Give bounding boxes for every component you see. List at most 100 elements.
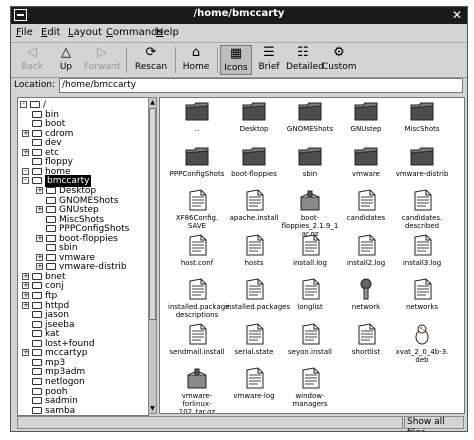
home-button[interactable]: ⌂ Home: [179, 45, 213, 75]
expand-icon[interactable]: +: [22, 282, 29, 290]
expand-icon[interactable]: +: [22, 272, 29, 280]
collapse-icon[interactable]: -: [20, 101, 27, 108]
file-item[interactable]: xvat_2_0_4b-3. deb: [393, 323, 451, 364]
up-button[interactable]: △ Up: [51, 45, 81, 75]
file-item[interactable]: installed.packages: [225, 278, 291, 311]
custom-view-button[interactable]: ⚙ Custom: [322, 45, 356, 75]
file-item-label: seyon.install: [288, 347, 332, 356]
file-item[interactable]: MiscShots: [393, 100, 451, 133]
expand-icon[interactable]: +: [22, 129, 29, 137]
menu-help[interactable]: Help: [156, 27, 179, 38]
file-item[interactable]: vmware-log: [225, 367, 283, 400]
folder-icon: [32, 387, 42, 395]
icons-view-button[interactable]: ▦ Icons: [220, 45, 252, 75]
menu-layout[interactable]: Layout: [68, 27, 102, 38]
file-item-label: candidates. described: [401, 214, 443, 230]
file-item[interactable]: install.log: [281, 233, 339, 267]
file-item[interactable]: candidates: [337, 189, 395, 222]
expand-icon[interactable]: +: [36, 253, 43, 261]
file-item[interactable]: vmware-distrib: [393, 145, 451, 178]
document-icon: [354, 189, 378, 211]
expand-icon[interactable]: +: [22, 349, 29, 357]
file-item[interactable]: sbin: [281, 145, 339, 178]
expand-icon[interactable]: +: [22, 148, 29, 156]
file-item[interactable]: PPPConfigShots: [168, 145, 226, 178]
file-item[interactable]: GNUstep: [337, 100, 395, 133]
expand-icon[interactable]: +: [22, 292, 29, 299]
rescan-icon: ⟳: [145, 45, 157, 60]
location-input[interactable]: /home/bmccarty: [59, 78, 463, 93]
file-item-label: installed.packages: [225, 303, 291, 311]
document-icon: [354, 322, 378, 345]
file-item[interactable]: window- managers: [281, 367, 339, 408]
document-icon: [242, 322, 266, 345]
folder-icon: [46, 225, 56, 233]
up-arrow-icon: △: [61, 45, 71, 60]
file-item[interactable]: candidates. described: [393, 189, 451, 230]
file-item[interactable]: install3.log: [393, 233, 451, 267]
rescan-button[interactable]: ⟳ Rescan: [131, 45, 171, 75]
forward-button[interactable]: ▷ Forward: [83, 45, 121, 75]
document-icon: [298, 322, 322, 345]
document-icon: [242, 278, 266, 300]
file-item-label: vmware: [351, 169, 380, 178]
scroll-down-icon[interactable]: ▼: [149, 404, 156, 413]
file-item[interactable]: shortlist: [337, 322, 395, 356]
file-item[interactable]: seyon.install: [281, 322, 339, 356]
close-icon[interactable]: ✕: [450, 8, 464, 22]
title-bar[interactable]: /home/bmccarty ✕: [11, 7, 467, 24]
folder-icon: [32, 272, 42, 280]
file-item[interactable]: sendmail.install: [168, 322, 226, 356]
file-item[interactable]: boot-floppies: [225, 145, 283, 178]
expand-icon[interactable]: +: [36, 263, 43, 271]
collapse-icon[interactable]: -: [22, 167, 29, 175]
folder-icon: [410, 145, 434, 167]
folder-icon: [32, 349, 42, 357]
file-item-label: PPPConfigShots: [169, 169, 225, 178]
expand-icon[interactable]: +: [36, 206, 43, 214]
folder-icon: [354, 100, 378, 122]
file-item[interactable]: boot- floppies_2.1.9_1 ar.gz: [281, 189, 339, 238]
scroll-thumb[interactable]: [149, 108, 156, 320]
menu-edit[interactable]: Edit: [41, 27, 60, 38]
file-item[interactable]: longlist: [281, 278, 339, 311]
scroll-up-icon[interactable]: ▲: [149, 98, 156, 107]
menu-file[interactable]: File: [16, 27, 33, 38]
file-item[interactable]: XF86Config. SAVE: [168, 189, 226, 230]
file-item[interactable]: GNOMEShots: [281, 100, 339, 133]
status-show-all-files[interactable]: Show all files: [404, 416, 464, 431]
file-item-label: apache.install: [229, 214, 279, 222]
brief-view-button[interactable]: ☰ Brief: [254, 45, 284, 75]
file-item[interactable]: vmware: [337, 145, 395, 178]
document-icon: [242, 367, 266, 389]
back-button[interactable]: ◁ Back: [15, 45, 49, 75]
file-item-label: Desktop: [239, 125, 269, 133]
archive-icon: [298, 189, 322, 211]
file-item[interactable]: apache.install: [225, 189, 283, 222]
file-item[interactable]: ..: [168, 100, 226, 133]
expand-icon[interactable]: +: [36, 186, 43, 194]
tree-item[interactable]: samba: [18, 405, 148, 415]
detailed-view-button[interactable]: ☷ Detailed: [286, 45, 324, 75]
expand-icon[interactable]: +: [22, 301, 29, 309]
menu-commands[interactable]: Commands: [106, 27, 163, 38]
file-item[interactable]: Desktop: [225, 100, 283, 133]
folder-icon: [32, 406, 42, 414]
file-item[interactable]: serial.state: [225, 322, 283, 356]
toolbar: ◁ Back △ Up ▷ Forward ⟳ Rescan ⌂ Home ▦ Icons …: [11, 43, 467, 78]
file-item[interactable]: network: [337, 278, 395, 311]
file-item[interactable]: host.conf: [168, 233, 226, 267]
file-item[interactable]: installed.package descriptions: [168, 278, 229, 319]
folder-icon: [46, 186, 56, 194]
file-icon-view[interactable]: .. Desktop GNOMEShots GNUstep MiscShots PPPCo…: [159, 97, 465, 414]
document-icon: [298, 367, 322, 389]
expand-icon[interactable]: +: [36, 234, 43, 242]
file-item[interactable]: hosts: [225, 233, 283, 267]
file-item[interactable]: networks: [393, 278, 451, 311]
file-item[interactable]: vmware-forlinux- 102_tar.gz: [168, 367, 226, 413]
file-item-label: ..: [194, 125, 200, 133]
tree-scrollbar[interactable]: ▲ ▼: [148, 97, 157, 414]
file-item[interactable]: install2.log: [337, 233, 395, 267]
directory-tree[interactable]: - / bin boot + cdrom dev + etc floppy - home - bmccar…: [17, 97, 149, 416]
collapse-icon[interactable]: -: [22, 177, 29, 185]
